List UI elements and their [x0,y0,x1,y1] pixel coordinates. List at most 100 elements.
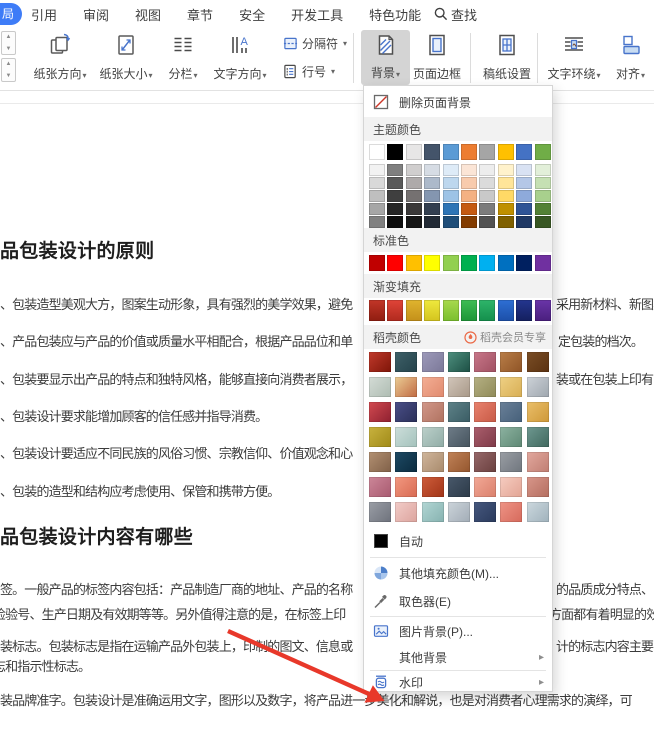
color-swatch[interactable] [422,452,444,472]
color-swatch[interactable] [474,452,496,472]
color-swatch[interactable] [406,190,422,202]
color-swatch[interactable] [395,477,417,497]
color-swatch[interactable] [422,402,444,422]
columns-button[interactable]: 分栏▾ [154,30,212,86]
color-swatch[interactable] [527,352,549,372]
color-swatch[interactable] [516,144,532,160]
color-swatch[interactable] [461,177,477,189]
color-swatch[interactable] [387,177,403,189]
color-swatch[interactable] [461,300,477,321]
color-swatch[interactable] [516,300,532,321]
color-swatch[interactable] [479,203,495,215]
color-swatch[interactable] [461,216,477,228]
color-swatch[interactable] [500,377,522,397]
color-swatch[interactable] [498,255,514,271]
other-background-item[interactable]: 其他背景 ▸ [364,645,552,669]
menu-tab[interactable]: 开发工具 [291,5,343,24]
color-swatch[interactable] [369,502,391,522]
color-swatch[interactable] [479,144,495,160]
color-swatch[interactable] [498,144,514,160]
color-swatch[interactable] [422,352,444,372]
color-swatch[interactable] [535,144,551,160]
color-swatch[interactable] [422,502,444,522]
color-swatch[interactable] [527,477,549,497]
picture-background-item[interactable]: 图片背景(P)... [364,618,552,644]
color-swatch[interactable] [369,352,391,372]
color-swatch[interactable] [387,255,403,271]
color-swatch[interactable] [516,203,532,215]
color-swatch[interactable] [474,352,496,372]
color-swatch[interactable] [443,255,459,271]
color-swatch[interactable] [406,144,422,160]
menu-tab[interactable]: 章节 [187,5,213,24]
color-swatch[interactable] [387,144,403,160]
color-swatch[interactable] [479,177,495,189]
color-swatch[interactable] [422,427,444,447]
manuscript-paper-button[interactable]: 稿纸设置 [478,30,536,86]
color-swatch[interactable] [500,352,522,372]
color-swatch[interactable] [535,164,551,176]
color-swatch[interactable] [369,477,391,497]
color-swatch[interactable] [443,177,459,189]
more-fill-colors-item[interactable]: 其他填充颜色(M)... [364,560,552,586]
color-swatch[interactable] [535,216,551,228]
color-swatch[interactable] [424,144,440,160]
color-swatch[interactable] [498,203,514,215]
color-swatch[interactable] [535,203,551,215]
color-swatch[interactable] [479,300,495,321]
color-swatch[interactable] [516,255,532,271]
paper-orientation-button[interactable]: 纸张方向▾ [31,30,89,86]
color-swatch[interactable] [461,164,477,176]
color-swatch[interactable] [516,190,532,202]
color-swatch[interactable] [369,144,385,160]
color-swatch[interactable] [516,164,532,176]
color-swatch[interactable] [443,216,459,228]
color-swatch[interactable] [448,352,470,372]
color-swatch[interactable] [479,255,495,271]
docer-vip-badge[interactable]: 稻壳会员专享 [464,329,546,345]
color-swatch[interactable] [448,402,470,422]
text-wrap-button[interactable]: 文字环绕▾ [545,30,603,86]
auto-color-item[interactable]: 自动 [364,529,552,553]
color-swatch[interactable] [395,402,417,422]
menu-tab[interactable]: 特色功能 [369,5,421,24]
color-swatch[interactable] [443,144,459,160]
color-swatch[interactable] [535,300,551,321]
menu-tab[interactable]: 审阅 [83,5,109,24]
color-swatch[interactable] [498,190,514,202]
color-swatch[interactable] [424,216,440,228]
color-swatch[interactable] [448,377,470,397]
color-swatch[interactable] [395,502,417,522]
color-swatch[interactable] [500,402,522,422]
color-swatch[interactable] [369,452,391,472]
line-number-button[interactable]: 行号▾ [283,63,335,80]
color-swatch[interactable] [369,427,391,447]
color-swatch[interactable] [406,164,422,176]
color-swatch[interactable] [369,377,391,397]
color-swatch[interactable] [369,300,385,321]
color-swatch[interactable] [448,427,470,447]
color-swatch[interactable] [461,203,477,215]
color-swatch[interactable] [474,377,496,397]
color-swatch[interactable] [500,452,522,472]
color-swatch[interactable] [369,190,385,202]
color-swatch[interactable] [448,477,470,497]
color-swatch[interactable] [387,203,403,215]
color-swatch[interactable] [406,255,422,271]
eyedropper-item[interactable]: 取色器(E) [364,588,552,614]
color-swatch[interactable] [527,402,549,422]
color-swatch[interactable] [527,377,549,397]
watermark-item[interactable]: 水印 ▸ [364,672,552,692]
color-swatch[interactable] [395,377,417,397]
color-swatch[interactable] [479,190,495,202]
menu-tab[interactable]: 引用 [31,5,57,24]
color-swatch[interactable] [527,452,549,472]
color-swatch[interactable] [461,190,477,202]
color-swatch[interactable] [369,177,385,189]
color-swatch[interactable] [443,190,459,202]
color-swatch[interactable] [500,427,522,447]
color-swatch[interactable] [474,502,496,522]
text-direction-button[interactable]: A 文字方向▾ [211,30,269,86]
color-swatch[interactable] [461,144,477,160]
color-swatch[interactable] [369,164,385,176]
